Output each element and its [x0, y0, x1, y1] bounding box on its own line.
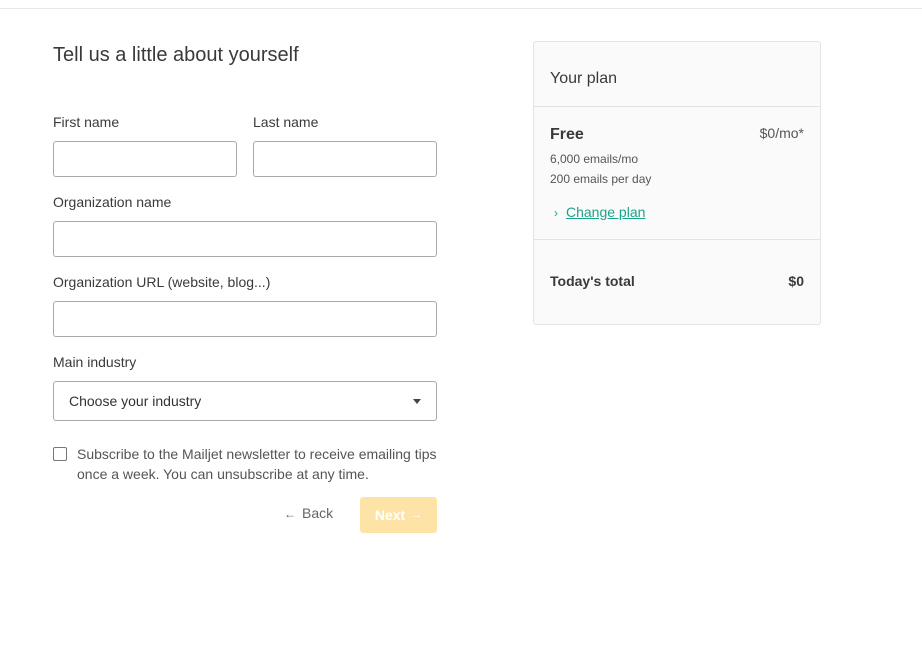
left-arrow-icon: ←	[284, 507, 296, 521]
right-arrow-icon: →	[411, 509, 423, 521]
next-button[interactable]: Next →	[360, 497, 437, 533]
plan-card-title: Your plan	[550, 70, 618, 87]
page-title: Tell us a little about yourself	[53, 44, 299, 66]
total-label: Today's total	[550, 273, 635, 289]
industry-label: Main industry	[53, 354, 137, 370]
newsletter-checkbox[interactable]	[53, 447, 67, 461]
organization-url-input[interactable]	[53, 301, 437, 337]
back-button-label: Back	[302, 505, 334, 521]
first-name-label: First name	[53, 114, 120, 130]
industry-select[interactable]: Choose your industry	[53, 381, 437, 421]
total-value: $0	[788, 273, 804, 289]
chevron-right-icon: ›	[554, 206, 558, 220]
plan-card-divider	[534, 239, 820, 240]
next-button-label: Next	[374, 507, 406, 523]
back-button[interactable]: ← Back	[284, 505, 333, 521]
caret-down-icon	[413, 399, 421, 404]
plan-detail-monthly: 6,000 emails/mo	[550, 152, 639, 166]
plan-summary-card: Your plan Free $0/mo* 6,000 emails/mo 20…	[533, 41, 821, 325]
industry-selected-value: Choose your industry	[69, 393, 202, 409]
newsletter-label: Subscribe to the Mailjet newsletter to r…	[77, 446, 437, 482]
last-name-label: Last name	[253, 114, 319, 130]
organization-name-label: Organization name	[53, 194, 172, 210]
first-name-input[interactable]	[53, 141, 237, 177]
organization-name-input[interactable]	[53, 221, 437, 257]
plan-detail-daily: 200 emails per day	[550, 172, 652, 186]
plan-card-divider	[534, 106, 820, 107]
last-name-input[interactable]	[253, 141, 437, 177]
change-plan-label: Change plan	[566, 204, 646, 220]
top-divider	[0, 8, 922, 9]
change-plan-link[interactable]: › Change plan	[554, 204, 645, 220]
plan-name: Free	[550, 126, 584, 143]
plan-price: $0/mo*	[759, 125, 804, 141]
organization-url-label: Organization URL (website, blog...)	[53, 274, 271, 290]
